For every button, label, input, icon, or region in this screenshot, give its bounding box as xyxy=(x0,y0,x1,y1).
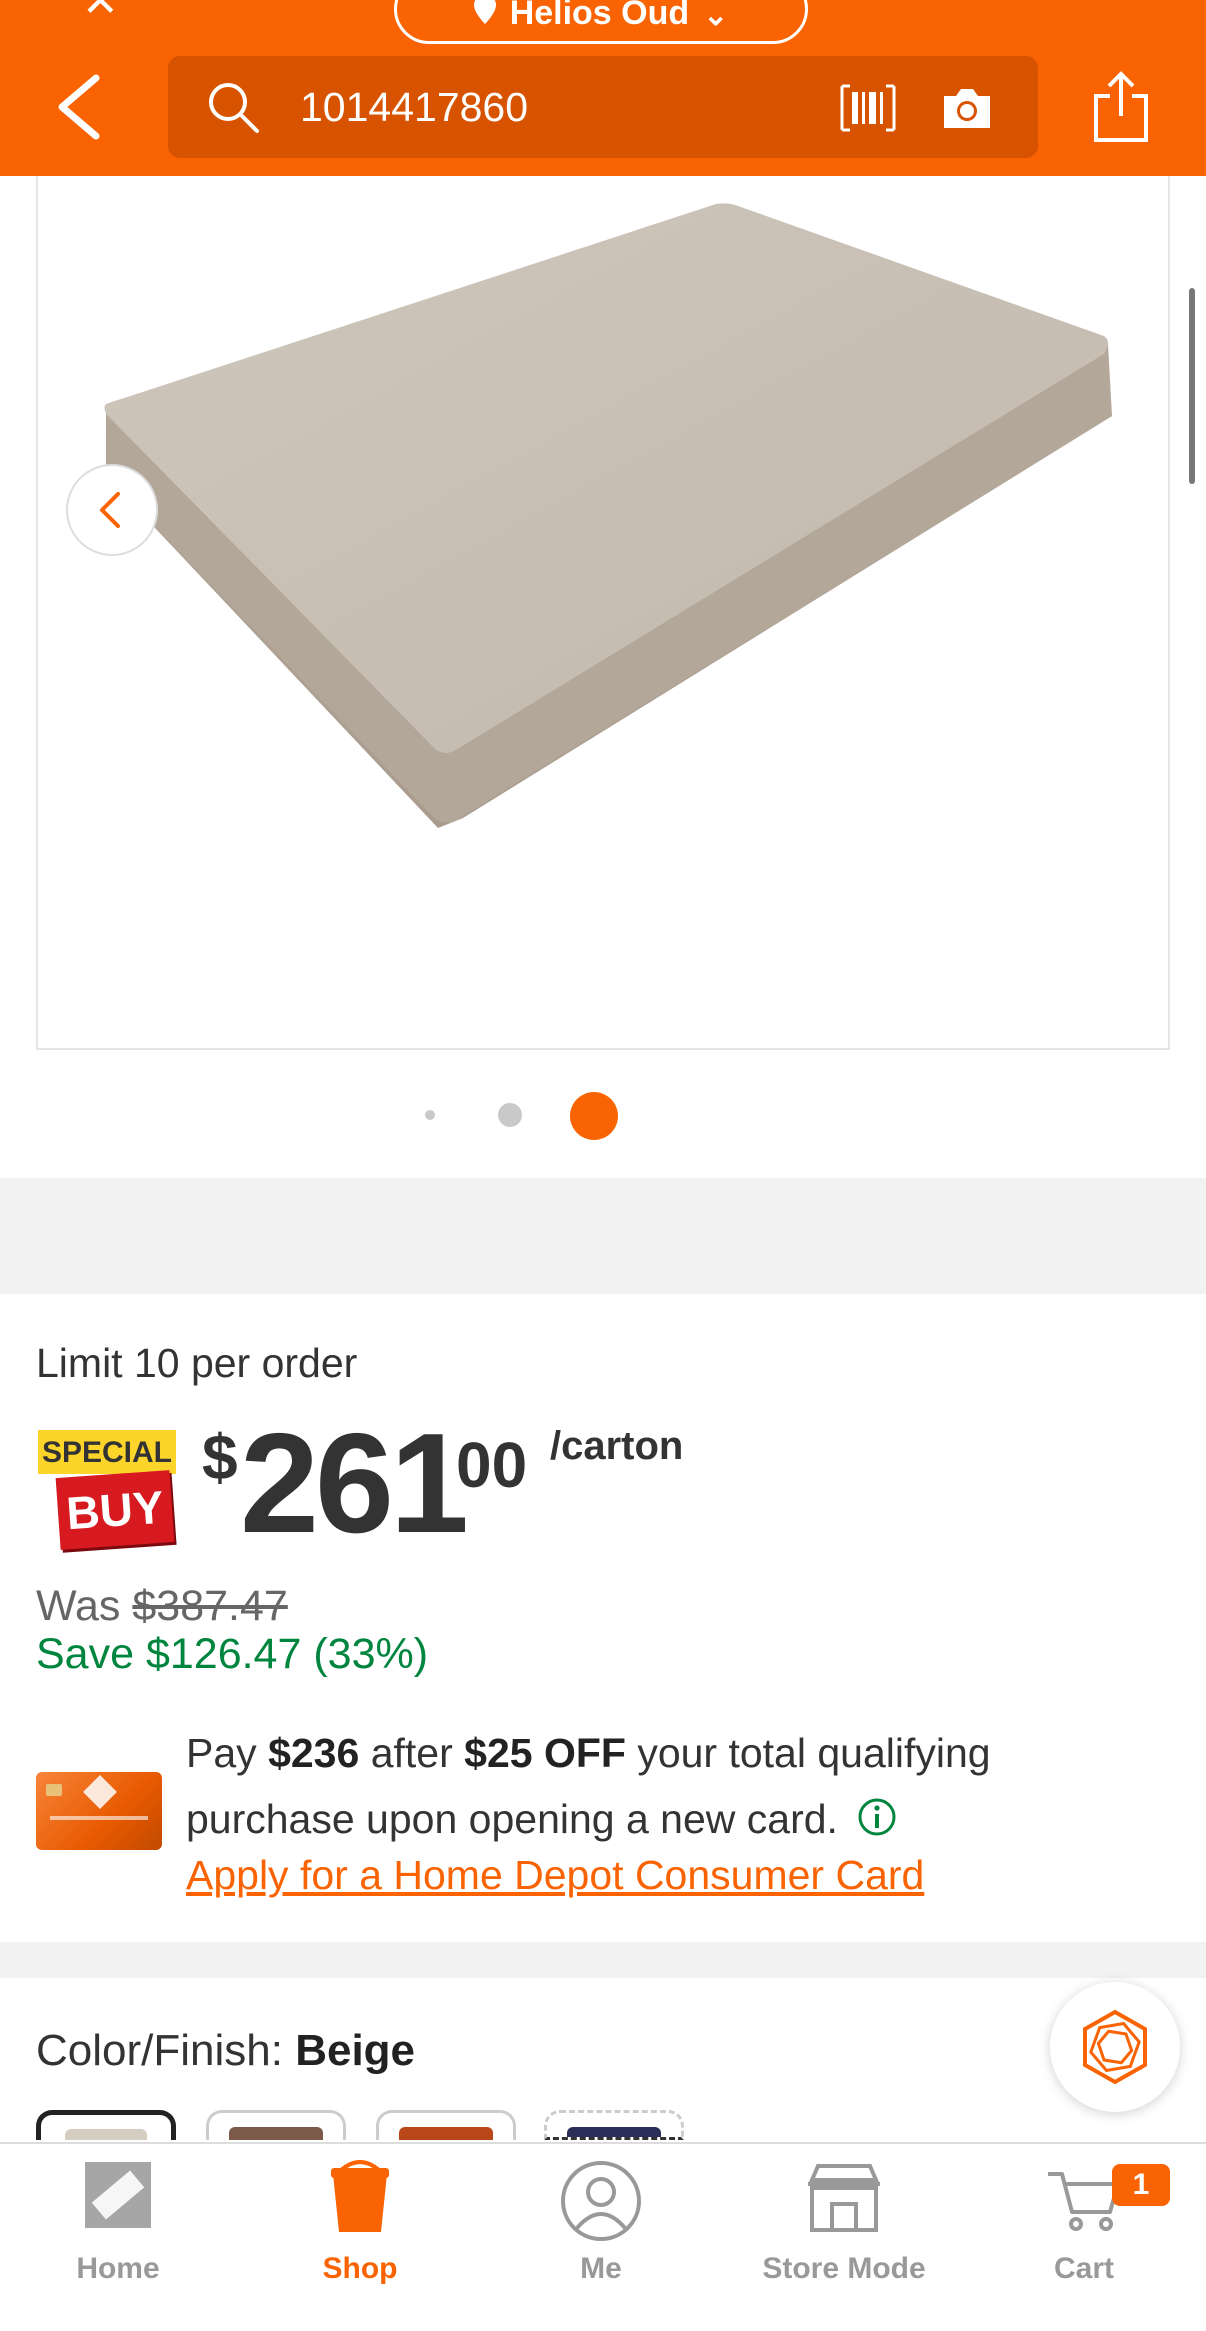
tab-label: Shop xyxy=(322,2252,398,2285)
special-buy-badge: SPECIAL BUY xyxy=(38,1426,178,1556)
share-icon[interactable] xyxy=(1092,70,1150,144)
was-label: Was xyxy=(36,1582,121,1630)
tab-label: Me xyxy=(580,2252,622,2285)
info-icon[interactable] xyxy=(857,1790,897,1836)
price-cents: 00 xyxy=(456,1429,528,1501)
bottom-tab-bar: Home Shop Me Store Mode Cart xyxy=(0,2142,1206,2331)
gallery-scrollbar[interactable] xyxy=(1189,288,1195,484)
credit-offer-text: Pay $236 after $25 OFF your total qualif… xyxy=(186,1720,1086,1852)
tab-shop[interactable]: Shop xyxy=(260,2144,460,2331)
product-image xyxy=(104,203,1112,828)
camera-icon[interactable] xyxy=(940,86,994,130)
gallery-dot-active[interactable] xyxy=(570,1092,618,1140)
chevron-left-icon xyxy=(100,492,120,528)
gallery-dot[interactable] xyxy=(498,1103,522,1127)
barcode-scanner-icon[interactable] xyxy=(838,84,898,132)
offer-discount: $25 OFF xyxy=(464,1730,626,1776)
tab-label: Cart xyxy=(1053,2252,1114,2285)
color-swatch[interactable] xyxy=(206,2110,346,2140)
offer-pay-label: Pay xyxy=(186,1730,257,1776)
close-icon[interactable]: ✕ xyxy=(82,0,119,24)
gallery-pagination xyxy=(0,1090,1206,1140)
was-price: Was $387.47 xyxy=(36,1582,288,1631)
user-icon xyxy=(560,2160,642,2247)
store-icon xyxy=(804,2160,884,2239)
tab-label: Home xyxy=(76,2252,160,2285)
gallery-previous-button[interactable] xyxy=(66,464,158,556)
back-arrow-icon[interactable] xyxy=(52,72,108,142)
cart-count-badge: 1 xyxy=(1112,2164,1170,2206)
location-pin-icon xyxy=(473,0,496,33)
color-selected-value: Beige xyxy=(295,2026,416,2075)
tab-store-mode[interactable]: Store Mode xyxy=(744,2144,944,2331)
gallery-dot[interactable] xyxy=(425,1110,435,1120)
tab-home[interactable]: Home xyxy=(18,2144,218,2331)
color-swatch-beige[interactable] xyxy=(36,2110,176,2140)
product-image-gallery[interactable] xyxy=(36,176,1170,1050)
color-finish-label: Color/Finish: Beige xyxy=(36,2026,415,2076)
color-swatch[interactable] xyxy=(376,2110,516,2140)
credit-card-image xyxy=(36,1772,162,1850)
section-divider xyxy=(0,1942,1206,1978)
store-selector-button[interactable]: Helios Oud ⌄ xyxy=(394,0,808,44)
assistant-fab-button[interactable] xyxy=(1050,1982,1180,2112)
special-badge-top: SPECIAL xyxy=(38,1430,176,1474)
top-header: ✕ Helios Oud ⌄ 1014417860 xyxy=(0,0,1206,176)
search-bar[interactable]: 1014417860 xyxy=(168,56,1038,158)
assistant-hexagon-icon xyxy=(1083,2009,1147,2085)
color-swatch[interactable] xyxy=(544,2110,684,2140)
section-divider xyxy=(0,1178,1206,1294)
special-badge-bottom: BUY xyxy=(55,1470,175,1550)
tab-label: Store Mode xyxy=(762,2252,926,2285)
search-input[interactable]: 1014417860 xyxy=(300,84,528,131)
store-name: Helios Oud xyxy=(509,0,690,32)
price-currency: $ xyxy=(202,1421,238,1493)
tab-me[interactable]: Me xyxy=(501,2144,701,2331)
shopping-bucket-icon xyxy=(325,2160,395,2239)
color-label-prefix: Color/Finish: xyxy=(36,2026,283,2075)
original-price: $387.47 xyxy=(132,1582,288,1630)
chevron-down-icon: ⌄ xyxy=(703,0,729,32)
search-icon xyxy=(206,80,260,134)
price-dollars: 261 xyxy=(240,1404,469,1563)
apply-card-link[interactable]: Apply for a Home Depot Consumer Card xyxy=(186,1852,924,1899)
home-depot-logo-icon xyxy=(83,2160,153,2235)
offer-amount: $236 xyxy=(268,1730,360,1776)
price-unit: /carton xyxy=(550,1424,684,1468)
offer-after-label: after xyxy=(370,1730,453,1776)
order-limit-text: Limit 10 per order xyxy=(36,1340,358,1386)
savings-text: Save $126.47 (33%) xyxy=(36,1630,429,1678)
